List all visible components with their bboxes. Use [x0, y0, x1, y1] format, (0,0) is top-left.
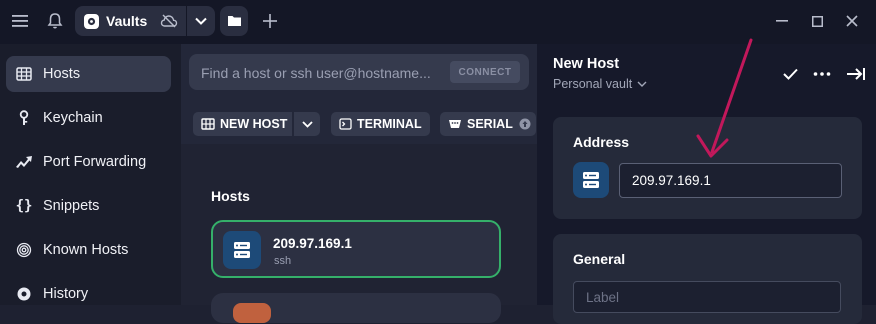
vault-dropdown-button[interactable]	[187, 6, 215, 36]
panel-title: New Host	[553, 56, 620, 72]
sftp-folder-button[interactable]	[220, 6, 248, 36]
sidebar-item-hosts[interactable]: Hosts	[6, 56, 171, 92]
server-icon	[223, 231, 261, 269]
host-title: 209.97.169.1	[273, 236, 352, 251]
address-field[interactable]	[619, 163, 842, 198]
folder-icon	[227, 15, 242, 27]
collapse-panel-icon[interactable]	[842, 60, 870, 88]
maximize-icon[interactable]	[803, 7, 831, 35]
host-card[interactable]: 209.97.169.1 ssh	[211, 220, 501, 278]
upgrade-badge-icon	[519, 118, 531, 130]
host-search-bar: CONNECT	[189, 54, 529, 92]
braces-icon: {}	[15, 198, 33, 214]
sidebar-item-label: Hosts	[43, 66, 81, 82]
sidebar-item-label: Snippets	[43, 198, 100, 214]
serial-port-icon	[448, 119, 462, 129]
hosts-section-heading: Hosts	[211, 188, 250, 204]
address-heading: Address	[573, 134, 630, 150]
more-options-icon[interactable]	[808, 60, 836, 88]
server-grid-icon	[14, 67, 34, 81]
new-host-label: NEW HOST	[220, 117, 288, 131]
search-input[interactable]	[199, 54, 443, 92]
history-icon	[14, 286, 34, 302]
terminal-button[interactable]: TERMINAL	[331, 112, 430, 136]
terminal-icon	[339, 118, 352, 130]
sidebar-item-label: History	[43, 286, 89, 302]
check-icon[interactable]	[776, 60, 804, 88]
general-heading: General	[573, 251, 626, 267]
host-card[interactable]	[211, 293, 501, 323]
host-avatar	[233, 303, 271, 323]
vault-selector[interactable]: Personal vault	[553, 77, 647, 91]
vault-logo-icon	[83, 13, 100, 30]
annotation-arrow-icon	[696, 38, 753, 158]
vaults-tab[interactable]: Vaults	[75, 6, 186, 36]
sidebar-item-label: Keychain	[43, 110, 103, 126]
sidebar-item-history[interactable]: History	[6, 276, 171, 312]
terminal-label: TERMINAL	[357, 117, 422, 131]
new-host-dropdown[interactable]	[292, 112, 320, 136]
serial-label: SERIAL	[467, 117, 513, 131]
host-subtitle: ssh	[274, 255, 292, 267]
key-icon	[14, 110, 34, 126]
sidebar-item-keychain[interactable]: Keychain	[6, 100, 171, 136]
fingerprint-icon	[14, 242, 34, 258]
sidebar: Hosts Keychain Port Forwarding {} Snippe…	[0, 44, 181, 305]
new-host-button[interactable]: NEW HOST	[193, 112, 320, 136]
close-icon[interactable]	[838, 7, 866, 35]
chevron-down-icon	[195, 17, 207, 25]
chevron-down-icon	[301, 120, 313, 128]
menu-icon[interactable]	[6, 7, 34, 35]
minimize-icon[interactable]	[768, 7, 796, 35]
sidebar-item-known-hosts[interactable]: Known Hosts	[6, 232, 171, 268]
serial-button[interactable]: SERIAL	[440, 112, 536, 136]
vault-selector-label: Personal vault	[553, 77, 633, 91]
connect-button[interactable]: CONNECT	[450, 61, 520, 83]
server-grid-icon	[201, 118, 215, 130]
label-field[interactable]	[573, 281, 841, 313]
sidebar-item-label: Port Forwarding	[43, 154, 147, 170]
bell-icon[interactable]	[41, 7, 69, 35]
server-icon	[573, 162, 609, 198]
sidebar-item-snippets[interactable]: {} Snippets	[6, 188, 171, 224]
cloud-off-icon	[160, 14, 178, 28]
chevron-down-icon	[637, 81, 647, 87]
arrow-forward-icon	[14, 155, 34, 169]
vaults-tab-label: Vaults	[106, 13, 148, 29]
sidebar-item-port-forwarding[interactable]: Port Forwarding	[6, 144, 171, 180]
new-tab-plus-icon[interactable]	[256, 7, 284, 35]
sidebar-item-label: Known Hosts	[43, 242, 129, 258]
